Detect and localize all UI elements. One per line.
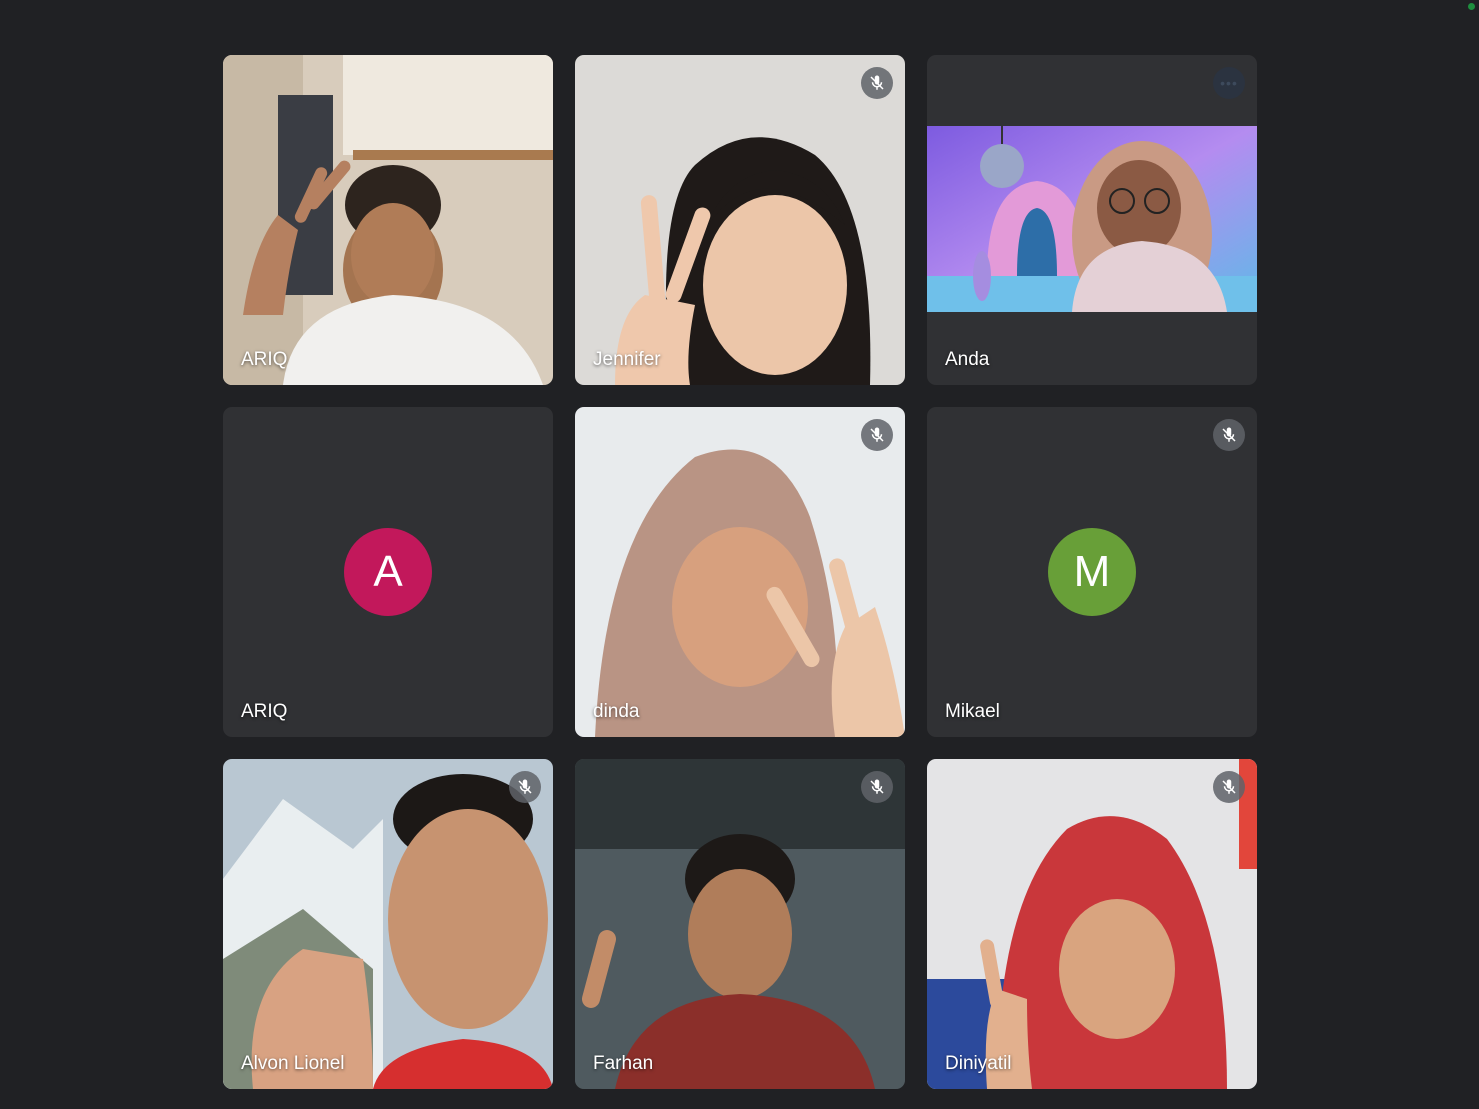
participant-name: dinda: [593, 701, 640, 722]
participant-grid: ARIQ Jennifer ••• Anda A ARIQ dinda M Mi…: [223, 55, 1257, 1089]
participant-tile-anda[interactable]: ••• Anda: [927, 55, 1257, 385]
mic-off-icon: [1213, 771, 1245, 803]
participant-video: [575, 55, 905, 385]
participant-tile-jennifer[interactable]: Jennifer: [575, 55, 905, 385]
participant-video: [575, 407, 905, 737]
participant-video: [927, 126, 1257, 331]
participant-name: Alvon Lionel: [241, 1053, 345, 1074]
participant-name: ARIQ: [241, 349, 288, 370]
participant-tile-dinda[interactable]: dinda: [575, 407, 905, 737]
participant-video: [223, 55, 553, 385]
participant-name: Farhan: [593, 1053, 654, 1074]
participant-video: [223, 759, 553, 1089]
participant-tile-ariq-2[interactable]: A ARIQ: [223, 407, 553, 737]
meeting-stage: ARIQ Jennifer ••• Anda A ARIQ dinda M Mi…: [0, 0, 1479, 1109]
participant-tile-ariq[interactable]: ARIQ: [223, 55, 553, 385]
participant-tile-mikael[interactable]: M Mikael: [927, 407, 1257, 737]
status-indicator: [1468, 3, 1475, 10]
participant-tile-alvon-lionel[interactable]: Alvon Lionel: [223, 759, 553, 1089]
participant-name: Diniyatil: [945, 1053, 1012, 1074]
participant-tile-diniyatil[interactable]: Diniyatil: [927, 759, 1257, 1089]
mic-off-icon: [1213, 419, 1245, 451]
participant-video: [927, 759, 1257, 1089]
avatar: M: [1048, 528, 1136, 616]
more-horiz-icon[interactable]: •••: [1213, 67, 1245, 99]
mic-off-icon: [861, 771, 893, 803]
participant-tile-farhan[interactable]: Farhan: [575, 759, 905, 1089]
mic-off-icon: [861, 419, 893, 451]
mic-off-icon: [861, 67, 893, 99]
avatar: A: [344, 528, 432, 616]
participant-name: ARIQ: [241, 701, 288, 722]
participant-name: Jennifer: [593, 349, 661, 370]
participant-name: Mikael: [945, 701, 1000, 722]
participant-video: [575, 759, 905, 1089]
mic-off-icon: [509, 771, 541, 803]
participant-name: Anda: [945, 349, 990, 370]
